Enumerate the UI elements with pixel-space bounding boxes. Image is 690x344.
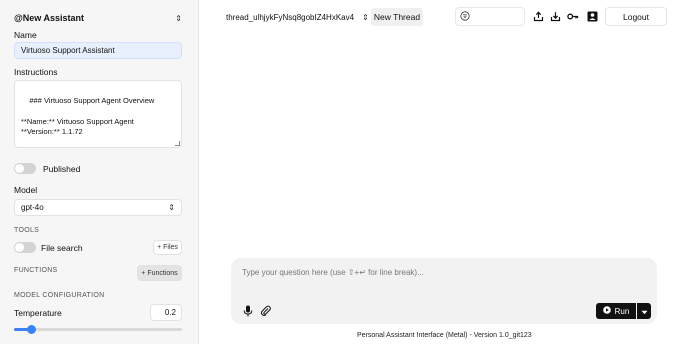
published-toggle[interactable] (14, 163, 36, 174)
filter-icon (460, 8, 470, 26)
thread-selector[interactable]: thread_ulhjykFyNsq8gobIZ4HxKav4 ⇕ (226, 9, 369, 25)
play-icon (602, 306, 611, 316)
version-footer: Personal Assistant Interface (Metal) - V… (357, 332, 532, 339)
temperature-label: Temperature (14, 308, 62, 318)
add-functions-button[interactable]: + Functions (137, 265, 182, 281)
key-icon[interactable] (566, 9, 580, 23)
published-label: Published (43, 164, 81, 174)
microphone-icon[interactable] (242, 305, 254, 317)
add-files-button[interactable]: + Files (153, 240, 182, 255)
model-select[interactable]: gpt-4o ⇕ (14, 199, 182, 216)
new-thread-button[interactable]: New Thread (371, 8, 423, 26)
tools-heading: TOOLS (14, 227, 40, 234)
temperature-input[interactable]: 0.2 (150, 304, 182, 321)
run-button[interactable]: Run (596, 303, 636, 319)
logout-button[interactable]: Logout (605, 7, 667, 26)
paperclip-icon[interactable] (260, 305, 272, 317)
instructions-text: ### Virtuoso Support Agent Overview **Na… (21, 95, 155, 137)
message-input[interactable]: Type your question here (use ⇧+↵ for lin… (242, 268, 424, 277)
assistant-sidebar: @New Assistant ⇕ Name Virtuoso Support A… (0, 0, 199, 344)
model-label: Model (14, 185, 38, 195)
name-label: Name (14, 30, 37, 40)
message-composer: Type your question here (use ⇧+↵ for lin… (231, 258, 657, 324)
run-options-button[interactable] (637, 303, 651, 319)
assistant-selector[interactable]: @New Assistant ⇕ (14, 10, 182, 26)
functions-heading: FUNCTIONS (14, 267, 58, 274)
run-label: Run (614, 306, 630, 316)
chevron-up-down-icon: ⇕ (362, 12, 369, 22)
instructions-field[interactable]: ### Virtuoso Support Agent Overview **Na… (14, 80, 182, 148)
resize-handle-icon[interactable] (175, 141, 180, 146)
temperature-slider[interactable] (14, 325, 182, 334)
thread-id: thread_ulhjykFyNsq8gobIZ4HxKav4 (226, 12, 355, 22)
assistant-title: @New Assistant (14, 13, 84, 23)
chevron-up-down-icon: ⇕ (168, 203, 175, 212)
model-value: gpt-4o (21, 203, 44, 212)
user-profile-icon[interactable] (585, 9, 599, 23)
download-icon[interactable] (548, 9, 562, 23)
share-icon[interactable] (531, 9, 545, 23)
caret-down-icon (641, 302, 648, 320)
model-config-heading: MODEL CONFIGURATION (14, 292, 105, 299)
file-search-label: File search (41, 243, 83, 253)
chevron-up-down-icon: ⇕ (175, 13, 182, 23)
file-search-toggle[interactable] (14, 242, 36, 253)
search-input[interactable] (455, 7, 525, 26)
temperature-slider-thumb[interactable] (26, 325, 36, 334)
instructions-label: Instructions (14, 67, 58, 77)
name-field[interactable]: Virtuoso Support Assistant (14, 42, 182, 59)
